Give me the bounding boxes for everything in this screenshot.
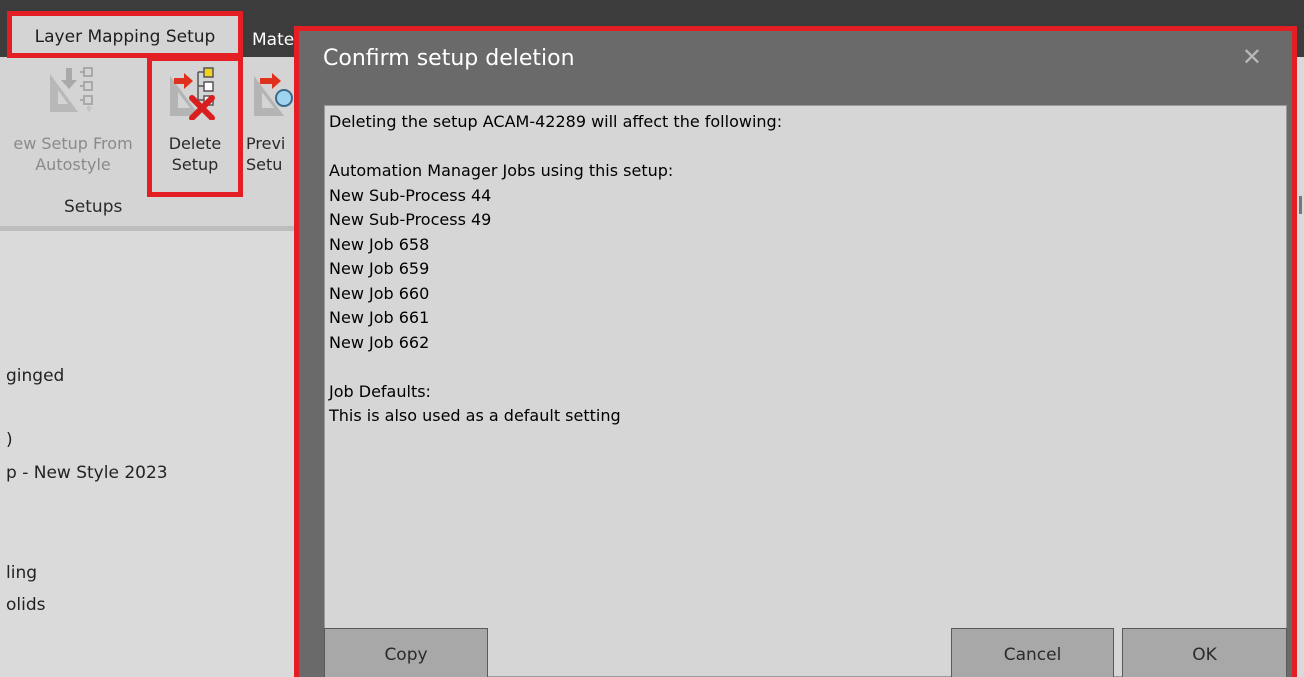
confirm-setup-deletion-dialog: Confirm setup deletion ✕ Deleting the se…: [294, 26, 1297, 677]
preview-setup-label: Previ Setu: [246, 134, 286, 174]
cancel-button[interactable]: Cancel: [951, 628, 1114, 677]
ok-button[interactable]: OK: [1122, 628, 1287, 677]
message-line: New Job 658: [329, 234, 430, 254]
ribbon-group-setups-label: Setups: [64, 197, 123, 217]
message-line: New Sub-Process 49: [329, 210, 492, 229]
message-line: New Job 661: [329, 308, 430, 327]
dialog-title: Confirm setup deletion: [323, 46, 575, 71]
delete-setup-icon: [170, 67, 215, 120]
message-line: Automation Manager Jobs using this setup…: [329, 161, 674, 180]
list-item[interactable]: p - New Style 2023: [6, 463, 168, 483]
tab-mate[interactable]: Mate: [252, 30, 294, 50]
tab-layer-mapping-setup[interactable]: Layer Mapping Setup: [12, 16, 238, 57]
list-item[interactable]: olids: [6, 595, 46, 615]
new-setup-icon: [50, 67, 93, 112]
message-line: Job Defaults:: [329, 381, 431, 401]
copy-button[interactable]: Copy: [324, 628, 488, 677]
list-item[interactable]: ling: [6, 563, 37, 583]
new-setup-label: ew Setup From Autostyle: [13, 134, 133, 174]
preview-setup-icon: [254, 73, 293, 116]
message-line: New Job 662: [329, 332, 430, 352]
dialog-message-area[interactable]: Deleting the setup ACAM-42289 will affec…: [324, 105, 1287, 677]
message-line: This is also used as a default setting: [329, 406, 621, 425]
message-line: New Job 659: [329, 259, 430, 278]
message-line: New Job 660: [329, 283, 430, 303]
close-icon[interactable]: ✕: [1242, 43, 1262, 71]
message-line: Deleting the setup ACAM-42289 will affec…: [329, 112, 783, 131]
message-line: New Sub-Process 44: [329, 185, 492, 205]
delete-setup-label: Delete Setup: [168, 134, 222, 174]
message-line: [329, 355, 1286, 380]
scroll-indicator: [1299, 196, 1302, 214]
message-line: [329, 135, 1286, 160]
ribbon-divider: [0, 226, 300, 231]
list-item[interactable]: ginged: [6, 366, 64, 386]
list-item[interactable]: ): [6, 430, 13, 450]
